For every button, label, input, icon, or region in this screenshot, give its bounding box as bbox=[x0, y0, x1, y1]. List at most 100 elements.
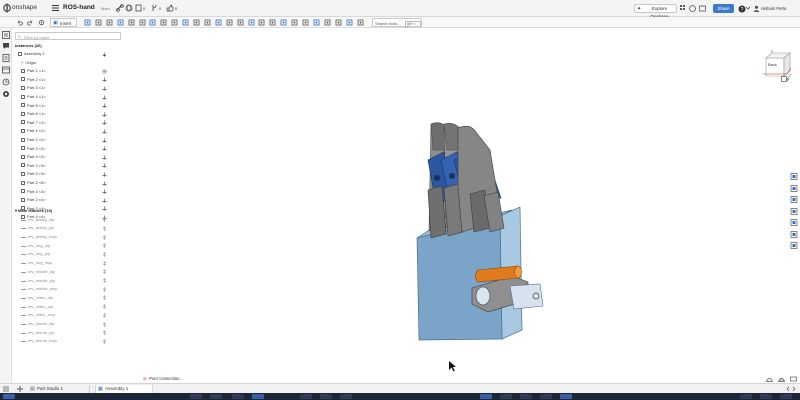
notifications-icon[interactable] bbox=[689, 5, 697, 13]
ground-anchor-icon[interactable] bbox=[102, 198, 107, 203]
width-mate-icon[interactable] bbox=[182, 19, 189, 26]
section-view-icon[interactable] bbox=[777, 376, 786, 382]
link-icon[interactable] bbox=[116, 4, 124, 12]
undo-icon[interactable] bbox=[16, 19, 23, 26]
measure-icon[interactable] bbox=[790, 376, 797, 382]
section-tool-icon[interactable] bbox=[335, 19, 342, 26]
mate-dof-icon[interactable] bbox=[102, 269, 107, 275]
taskbar-app-icon[interactable] bbox=[210, 394, 222, 399]
graphics-area[interactable]: Back bbox=[124, 28, 800, 383]
mate-dof-icon[interactable] bbox=[102, 243, 107, 249]
assembly-options-icon[interactable] bbox=[102, 52, 107, 57]
part-instance-row[interactable]: Part 2 <5> bbox=[21, 179, 121, 187]
feature-list-icon[interactable] bbox=[2, 31, 10, 39]
named-position-icon[interactable] bbox=[313, 19, 320, 26]
tangent-mate-icon[interactable] bbox=[171, 19, 178, 26]
fastened-mate-icon[interactable] bbox=[95, 19, 102, 26]
ground-anchor-icon[interactable] bbox=[102, 86, 107, 91]
planar-mate-icon[interactable] bbox=[117, 19, 124, 26]
help-icon[interactable]: ? bbox=[738, 5, 746, 13]
ground-anchor-icon[interactable] bbox=[102, 95, 107, 100]
bom-panel-icon[interactable] bbox=[790, 184, 798, 192]
instances-header[interactable]: Instances (26) bbox=[15, 42, 121, 50]
mate-dof-icon[interactable] bbox=[102, 304, 107, 310]
measure-tool-icon[interactable] bbox=[324, 19, 331, 26]
globe-icon[interactable] bbox=[125, 4, 133, 12]
tab-scroll-arrows[interactable] bbox=[786, 386, 796, 392]
mate-feature-row[interactable]: rev_thumb_mcp bbox=[21, 337, 121, 345]
workspace-name[interactable]: Main bbox=[101, 6, 110, 11]
gear-relation-icon[interactable] bbox=[258, 19, 265, 26]
mirror-icon[interactable] bbox=[248, 19, 255, 26]
mate-feature-row[interactable]: rev_middle_dip bbox=[21, 268, 121, 276]
insert-button[interactable]: ▣ Insert bbox=[50, 18, 77, 27]
mate-feature-row[interactable]: rev_twinky_pip bbox=[21, 224, 121, 232]
rack-pinion-icon[interactable] bbox=[269, 19, 276, 26]
filter-input[interactable]: ⌕ Filter by name bbox=[15, 32, 121, 40]
branch-icon[interactable] bbox=[150, 4, 158, 12]
taskbar-app-icon[interactable] bbox=[232, 394, 244, 399]
ground-anchor-icon[interactable] bbox=[102, 172, 107, 177]
bom-icon[interactable] bbox=[2, 66, 10, 74]
user-icon[interactable] bbox=[753, 5, 760, 12]
mate-dof-icon[interactable] bbox=[102, 217, 107, 223]
versions-icon[interactable] bbox=[135, 4, 143, 12]
named-positions-icon[interactable] bbox=[790, 219, 798, 226]
linear-pattern-icon[interactable] bbox=[215, 19, 222, 26]
thumb-assembly[interactable] bbox=[471, 265, 544, 313]
redo-icon[interactable] bbox=[27, 19, 34, 26]
ground-anchor-icon[interactable] bbox=[102, 181, 107, 186]
mate-connector-tool-icon[interactable] bbox=[204, 19, 211, 26]
taskbar-app-icon[interactable] bbox=[760, 394, 772, 399]
history-icon[interactable] bbox=[2, 78, 10, 86]
part-instance-row[interactable]: Part 2 <2> bbox=[21, 136, 121, 144]
explore-onshape-button[interactable]: ✦ Explore Onshape bbox=[634, 4, 677, 19]
mate-dof-icon[interactable] bbox=[102, 234, 107, 240]
taskbar-app-icon[interactable] bbox=[560, 394, 572, 399]
mate-feature-row[interactable]: rev_middle_pip bbox=[21, 277, 121, 285]
settings-icon[interactable] bbox=[38, 19, 45, 26]
revolute-mate-icon[interactable] bbox=[84, 19, 91, 26]
ground-anchor-icon[interactable] bbox=[102, 77, 107, 82]
pin-slot-mate-icon[interactable] bbox=[139, 19, 146, 26]
mate-dof-icon[interactable] bbox=[102, 278, 107, 283]
ground-anchor-icon[interactable] bbox=[102, 189, 107, 194]
part-instance-row[interactable]: Part 2 <3> bbox=[21, 162, 121, 170]
ground-anchor-icon[interactable] bbox=[102, 146, 107, 151]
taskbar-app-icon[interactable] bbox=[500, 394, 512, 399]
part-instance-row[interactable]: Part 4 <2> bbox=[21, 153, 121, 161]
document-title[interactable]: ROS-hand bbox=[63, 4, 95, 11]
taskbar-app-icon[interactable] bbox=[320, 394, 332, 399]
mate-values-icon[interactable] bbox=[790, 196, 798, 203]
taskbar-app-icon[interactable] bbox=[3, 394, 15, 399]
mate-feature-row[interactable]: rev_ring_mcp bbox=[21, 259, 121, 267]
part-instance-row[interactable]: Part 2 <1> bbox=[21, 76, 121, 84]
onshape-logo[interactable] bbox=[3, 3, 11, 13]
exploded-views-icon[interactable] bbox=[790, 207, 798, 215]
mate-features-header[interactable]: ▾Mate features (15) bbox=[15, 207, 121, 215]
mate-feature-row[interactable]: rev_index_mcp bbox=[21, 311, 121, 319]
user-name[interactable]: Hisham Petra bbox=[761, 6, 786, 11]
chevron-down-icon[interactable] bbox=[745, 6, 751, 10]
circular-pattern-icon[interactable] bbox=[226, 19, 233, 26]
taskbar-app-icon[interactable] bbox=[540, 394, 552, 399]
render-mode-icon[interactable] bbox=[765, 376, 774, 382]
part-instance-row[interactable]: Part 5 <1> bbox=[21, 102, 121, 110]
fixed-indicator-icon[interactable] bbox=[102, 69, 107, 74]
taskbar-app-icon[interactable] bbox=[780, 394, 792, 399]
ground-anchor-icon[interactable] bbox=[102, 155, 107, 160]
apps-icon[interactable] bbox=[680, 5, 688, 13]
taskbar-app-icon[interactable] bbox=[340, 394, 352, 399]
mate-feature-row[interactable]: rev_middle_mcp bbox=[21, 285, 121, 293]
part-instance-row[interactable]: Part 3 <2> bbox=[21, 145, 121, 153]
parts-list-icon[interactable] bbox=[2, 54, 10, 62]
linear-relation-icon[interactable] bbox=[291, 19, 298, 26]
part-instance-row[interactable]: Part 1 <2> bbox=[21, 127, 121, 135]
mate-feature-row[interactable]: rev_thumb_pip bbox=[21, 329, 121, 337]
mate-dof-icon[interactable] bbox=[102, 286, 107, 292]
part-instance-row[interactable]: Part 3 <3> bbox=[21, 170, 121, 178]
ground-anchor-icon[interactable] bbox=[102, 103, 107, 108]
origin-node[interactable]: + Origin bbox=[21, 59, 121, 67]
mate-dof-icon[interactable] bbox=[102, 312, 107, 318]
slider-mate-icon[interactable] bbox=[106, 19, 113, 26]
